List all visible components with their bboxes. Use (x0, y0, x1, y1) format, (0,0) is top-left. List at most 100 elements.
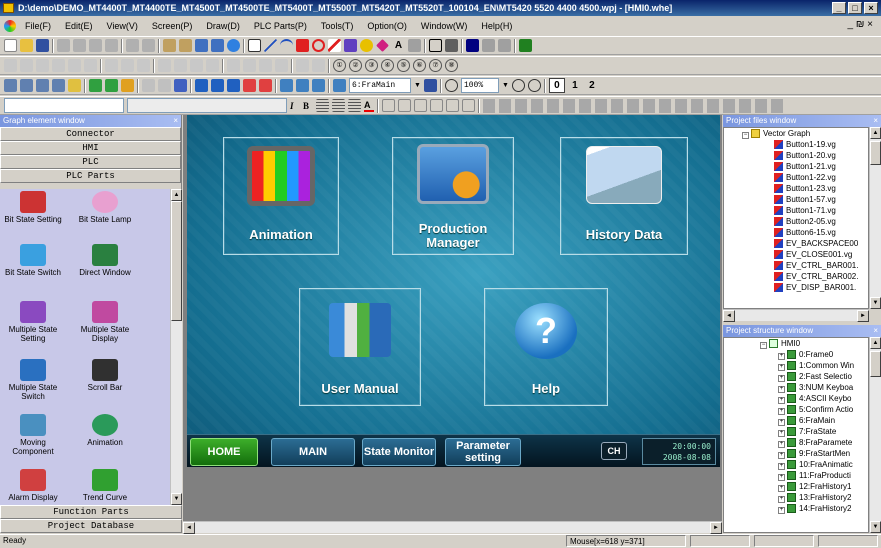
expand-icon[interactable]: + (778, 496, 785, 503)
align-right-icon[interactable] (36, 59, 49, 72)
save-icon[interactable] (36, 39, 49, 52)
line-width-icon[interactable] (482, 39, 495, 52)
scroll-right-icon[interactable]: ► (857, 310, 869, 322)
simulate-icon[interactable] (195, 39, 208, 52)
macro-icon[interactable] (36, 79, 49, 92)
minimize-button[interactable]: _ (832, 2, 846, 14)
scroll-up-icon[interactable]: ▲ (171, 189, 182, 201)
category-connector[interactable]: Connector (0, 127, 181, 141)
scroll-up-icon[interactable]: ▲ (870, 127, 881, 139)
expand-icon[interactable]: + (778, 353, 785, 360)
part-item[interactable]: Trend Curve (74, 469, 136, 502)
files-hscrollbar[interactable]: ◄ ► (723, 309, 869, 322)
menu-window[interactable]: Window(W) (414, 21, 475, 31)
expand-icon[interactable]: + (778, 386, 785, 393)
expand-icon[interactable]: + (778, 474, 785, 481)
scroll-up-icon[interactable]: ▲ (870, 337, 881, 349)
tree-node-screen[interactable]: +8:FraParamete (724, 437, 868, 448)
maximize-button[interactable]: □ (848, 2, 862, 14)
mdi-window-controls[interactable]: _ ₪ × (848, 19, 873, 30)
font-size-combo[interactable] (127, 98, 287, 113)
scroll-down-icon[interactable]: ▼ (171, 493, 182, 505)
frame-prop-icon[interactable] (296, 79, 309, 92)
tree-node-file[interactable]: EV_CTRL_BAR002. (724, 271, 868, 282)
line-style-icon[interactable] (498, 39, 511, 52)
expand-icon[interactable]: + (778, 397, 785, 404)
expand-icon[interactable]: + (778, 441, 785, 448)
page-0-button[interactable]: 0 (548, 78, 565, 93)
close-button[interactable]: × (864, 2, 878, 14)
tree-node-screen[interactable]: +10:FraAnimatic (724, 459, 868, 470)
category-plc[interactable]: PLC (0, 155, 181, 169)
text-align-center-icon[interactable] (332, 99, 345, 112)
tree-node-file[interactable]: EV_DISP_BAR001. (724, 282, 868, 293)
tree-node-file[interactable]: Button1-71.vg (724, 205, 868, 216)
production-manager-tile[interactable]: Production Manager (392, 137, 514, 255)
compile-icon[interactable] (163, 39, 176, 52)
text-lib-icon[interactable] (142, 79, 155, 92)
expand-icon[interactable]: + (778, 364, 785, 371)
tree-node-file[interactable]: EV_CTRL_BAR001. (724, 260, 868, 271)
tree-node-file[interactable]: Button1-22.vg (724, 172, 868, 183)
menu-help[interactable]: Help(H) (474, 21, 519, 31)
scroll-down-icon[interactable]: ▼ (870, 521, 881, 533)
image-tool-icon[interactable] (408, 39, 421, 52)
goto-screen-icon[interactable] (227, 79, 240, 92)
copy-icon[interactable] (73, 39, 86, 52)
tree-node-file[interactable]: EV_CLOSE001.vg (724, 249, 868, 260)
expand-icon[interactable]: + (778, 430, 785, 437)
vector-lib-icon[interactable] (89, 79, 102, 92)
text-frame-5-icon[interactable] (446, 99, 459, 112)
rectangle-tool-icon[interactable] (296, 39, 309, 52)
language-button[interactable]: CH (601, 442, 627, 460)
tree-node-screen[interactable]: +2:Fast Selectio (724, 371, 868, 382)
frame-combo[interactable]: 6:FraMain (349, 78, 411, 93)
download-icon[interactable] (179, 39, 192, 52)
menu-tools[interactable]: Tools(T) (314, 21, 361, 31)
layer-3-icon[interactable]: ③ (365, 59, 378, 72)
screen-list-icon[interactable] (4, 79, 17, 92)
window-list-icon[interactable] (20, 79, 33, 92)
part-item[interactable]: Animation (74, 414, 136, 447)
bold-icon[interactable]: B (303, 101, 313, 111)
tree-node-hmi0[interactable]: − HMI0 (724, 338, 868, 349)
layer-1-icon[interactable]: ① (333, 59, 346, 72)
recipe-icon[interactable] (52, 79, 65, 92)
polygon-tool-icon[interactable] (344, 39, 357, 52)
align-middle-icon[interactable] (68, 59, 81, 72)
design-canvas[interactable]: Animation Production Manager History Dat… (183, 115, 722, 534)
page-1-button[interactable]: 1 (568, 80, 582, 91)
fill-ellipse-icon[interactable] (360, 39, 373, 52)
part-item[interactable]: Multiple State Setting (2, 301, 64, 343)
layer-7-icon[interactable]: ⑦ (429, 59, 442, 72)
scroll-right-icon[interactable]: ► (710, 522, 722, 534)
category-plc-parts[interactable]: PLC Parts (0, 169, 181, 183)
category-project-database[interactable]: Project Database (0, 519, 182, 533)
tree-node-vector-graph[interactable]: − Vector Graph (724, 128, 868, 139)
ellipse-tool-icon[interactable] (312, 39, 325, 52)
tree-node-screen[interactable]: +11:FraProducti (724, 470, 868, 481)
canvas-hscrollbar[interactable]: ◄ ► (183, 521, 722, 534)
tree-node-screen[interactable]: +14:FraHistory2 (724, 503, 868, 514)
prev-screen-icon[interactable] (195, 79, 208, 92)
zoom-out-icon[interactable] (527, 79, 541, 92)
parts-scrollbar[interactable]: ▲ ▼ (170, 189, 182, 505)
scroll-thumb[interactable] (171, 201, 182, 321)
main-button[interactable]: MAIN (271, 438, 355, 466)
plc-icon[interactable] (519, 39, 532, 52)
tree-node-file[interactable]: Button1-20.vg (724, 150, 868, 161)
layer-5-icon[interactable]: ⑤ (397, 59, 410, 72)
v-space-icon[interactable] (174, 59, 187, 72)
line-tool-icon[interactable] (264, 39, 277, 52)
expand-icon[interactable]: + (778, 419, 785, 426)
text-tool-icon[interactable]: A (392, 39, 405, 52)
part-item[interactable]: Direct Window (74, 244, 136, 277)
next-screen-icon[interactable] (211, 79, 224, 92)
animation-tile[interactable]: Animation (223, 137, 339, 255)
collapse-icon[interactable]: − (742, 132, 749, 139)
help-tile[interactable]: ? Help (484, 288, 608, 406)
scroll-down-icon[interactable]: ▼ (870, 297, 881, 309)
expand-icon[interactable]: + (778, 463, 785, 470)
bring-front-icon[interactable] (227, 59, 240, 72)
align-left-icon[interactable] (4, 59, 17, 72)
